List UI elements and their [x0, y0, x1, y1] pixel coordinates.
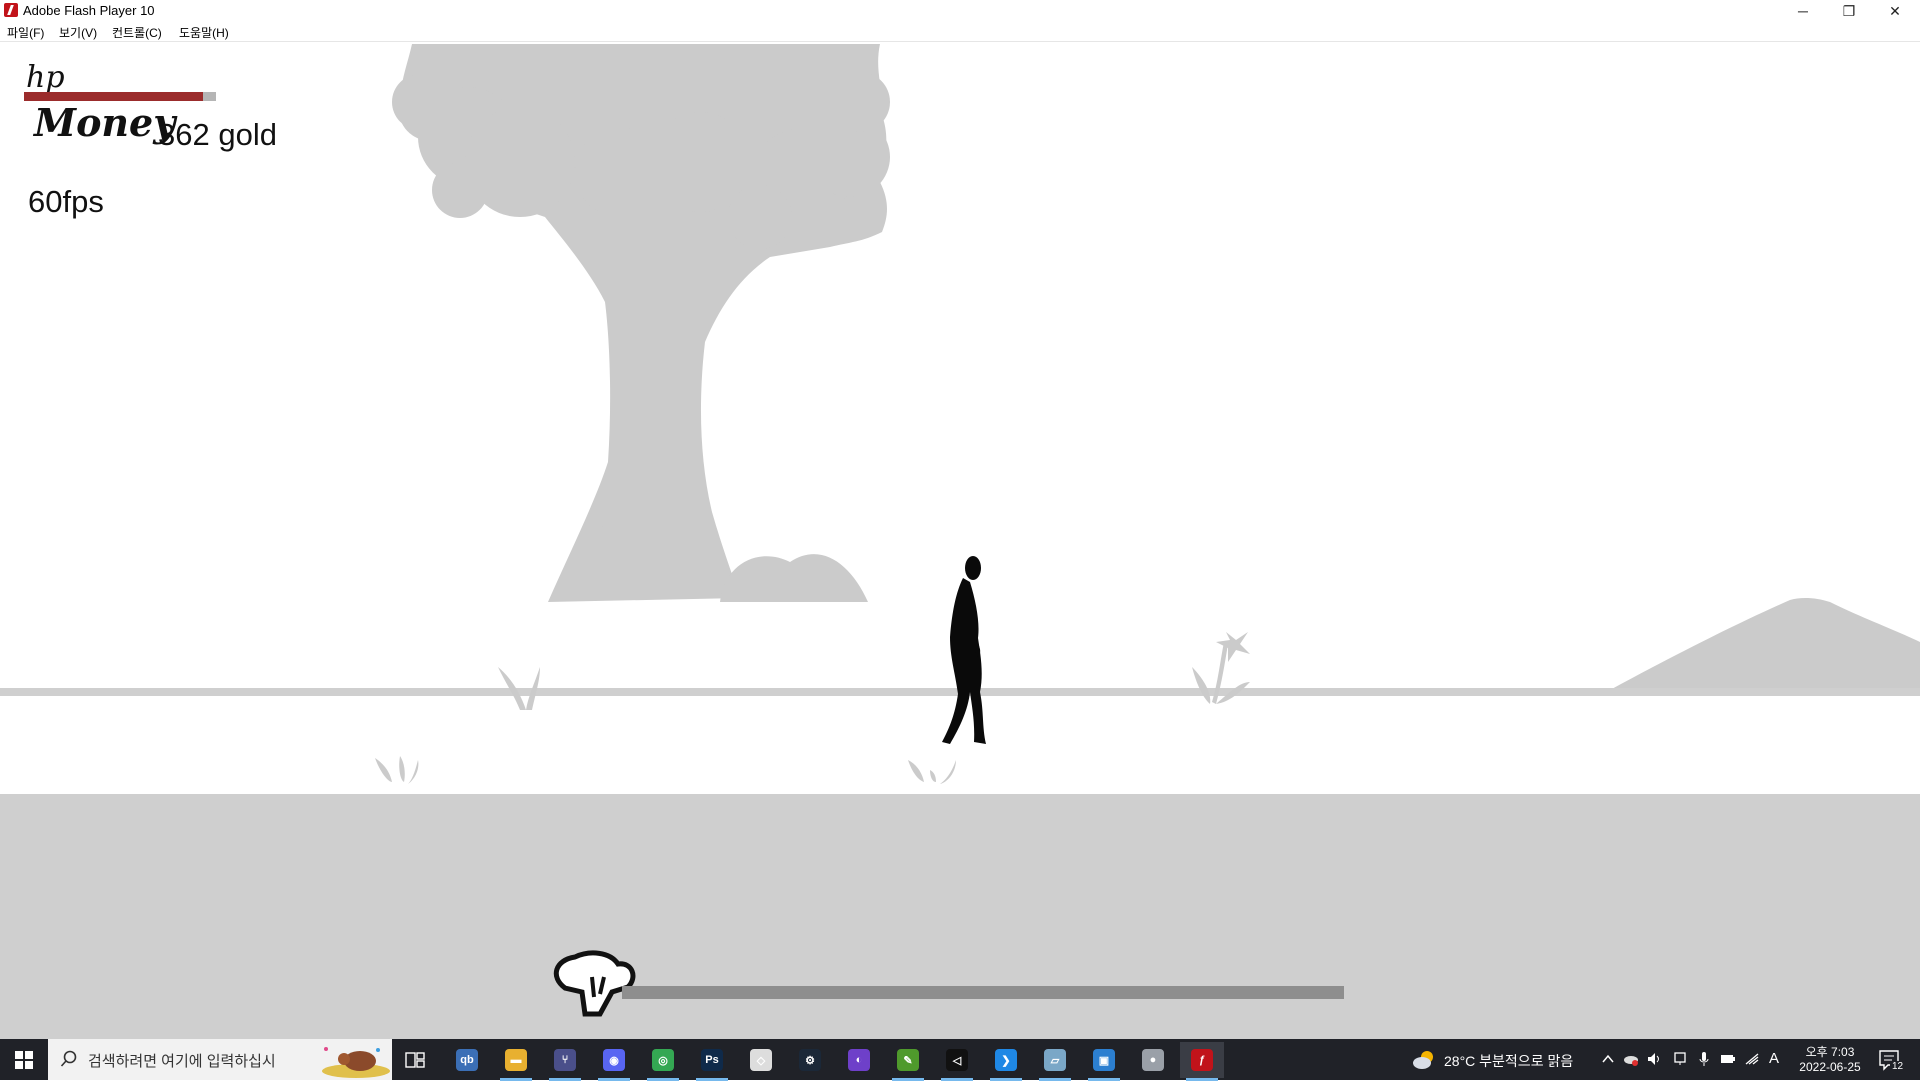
ime-indicator[interactable]: A	[1769, 1050, 1779, 1067]
display-icon[interactable]	[1672, 1051, 1688, 1067]
weather-icon[interactable]	[1412, 1049, 1436, 1071]
github-desktop-icon: ◐	[848, 1049, 870, 1071]
level-progress-bar	[622, 986, 1344, 999]
unity-icon: ◇	[750, 1049, 772, 1071]
taskbar-app-button[interactable]: ▬	[494, 1042, 538, 1081]
vscode-icon: ❯	[995, 1049, 1017, 1071]
search-highlight-art-icon	[316, 1041, 390, 1078]
menu-file[interactable]: 파일(F)	[7, 24, 44, 41]
menu-control[interactable]: 컨트롤(C)	[112, 24, 162, 41]
game-scene	[0, 44, 1920, 1039]
microphone-icon[interactable]	[1696, 1051, 1712, 1067]
clock-date: 2022-06-25	[1799, 1060, 1861, 1074]
taskbar-app-button[interactable]: ▱	[1033, 1042, 1077, 1081]
tree-silhouette	[392, 44, 890, 602]
search-placeholder: 검색하려면 여기에 입력하십시	[88, 1053, 276, 1070]
search-icon	[60, 1050, 77, 1067]
clock-time: 오후 7:03	[1805, 1045, 1855, 1059]
flash-player-icon: ƒ	[1191, 1049, 1213, 1071]
chevron-up-icon[interactable]	[1600, 1051, 1616, 1067]
qbittorrent-icon: qb	[456, 1049, 478, 1071]
speaker-icon[interactable]	[1646, 1051, 1662, 1067]
grass-tufts	[375, 632, 1250, 784]
editor-icon: ▱	[1044, 1049, 1066, 1071]
taskbar-app-button[interactable]: ◁	[935, 1042, 979, 1081]
menu-help[interactable]: 도움말(H)	[179, 24, 229, 41]
window-title: Adobe Flash Player 10	[23, 3, 155, 18]
title-bar[interactable]: Adobe Flash Player 10 ─ ❐ ✕	[0, 0, 1920, 22]
player-character	[942, 556, 986, 744]
file-explorer-icon: ▬	[505, 1049, 527, 1071]
menu-bar: 파일(F) 보기(V) 컨트롤(C) 도움말(H)	[0, 22, 1920, 42]
taskbar-app-button[interactable]: ◎	[641, 1042, 685, 1081]
weather-text[interactable]: 28°C 부분적으로 맑음	[1444, 1051, 1573, 1071]
taskbar-app-button[interactable]: ⚙	[788, 1042, 832, 1078]
search-box[interactable]: 검색하려면 여기에 입력하십시	[48, 1039, 392, 1080]
menu-view[interactable]: 보기(V)	[59, 24, 97, 41]
mouse-app-icon: ●	[1142, 1049, 1164, 1071]
git-fork-icon: ⑂	[554, 1049, 576, 1071]
wifi-icon[interactable]	[1744, 1051, 1760, 1067]
notification-count: 12	[1890, 1061, 1906, 1072]
discord-icon: ◉	[603, 1049, 625, 1071]
game-stage[interactable]: hp Money 362 gold 60fps	[0, 42, 1920, 1039]
restore-button[interactable]: ❐	[1826, 0, 1872, 22]
taskbar-app-button[interactable]: ●	[1131, 1042, 1175, 1078]
taskbar-app-button[interactable]: ⑂	[543, 1042, 587, 1081]
notepad-plus-icon: ✎	[897, 1049, 919, 1071]
cloud-sync-icon[interactable]	[1623, 1051, 1639, 1067]
money-label: Money	[34, 100, 176, 145]
taskbar-app-button[interactable]: ❯	[984, 1042, 1028, 1081]
steam-icon: ⚙	[799, 1049, 821, 1071]
taskbar-app-button[interactable]: Ps	[690, 1042, 734, 1081]
minimize-button[interactable]: ─	[1780, 0, 1826, 22]
taskbar-app-button[interactable]: ◐	[837, 1042, 881, 1078]
chrome-icon: ◎	[652, 1049, 674, 1071]
hill-silhouette	[1610, 597, 1920, 690]
taskbar-app-button[interactable]: ✎	[886, 1042, 930, 1081]
windows-logo-icon	[15, 1050, 33, 1069]
ground	[0, 794, 1920, 1039]
taskbar-app-button[interactable]: ◇	[739, 1042, 783, 1078]
taskbar-app-button[interactable]: ◉	[592, 1042, 636, 1081]
flash-player-app-icon	[4, 3, 18, 17]
hp-label: hp	[26, 60, 65, 95]
taskbar: 검색하려면 여기에 입력하십시 qb ▬ ⑂ ◉ ◎ Ps ◇ ⚙ ◐ ✎ ◁ ❯ ▱ ▣ ● ƒ 28°C …	[0, 1039, 1920, 1081]
unity-hub-icon: ◁	[946, 1049, 968, 1071]
battery-icon[interactable]	[1720, 1051, 1736, 1067]
fps-counter: 60fps	[28, 184, 104, 219]
remote-desktop-icon: ▣	[1093, 1049, 1115, 1071]
money-value: 362 gold	[158, 117, 277, 152]
close-button[interactable]: ✕	[1872, 0, 1918, 22]
taskbar-app-button[interactable]: ▣	[1082, 1042, 1126, 1081]
task-view-icon[interactable]	[404, 1049, 426, 1071]
taskbar-app-button[interactable]: qb	[445, 1042, 489, 1078]
start-button[interactable]	[0, 1039, 48, 1080]
taskbar-app-button[interactable]: ƒ	[1180, 1042, 1224, 1081]
photoshop-icon: Ps	[701, 1049, 723, 1071]
